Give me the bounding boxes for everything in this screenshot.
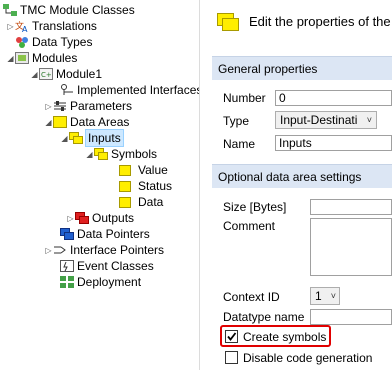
tree-item-value[interactable]: Value [119,162,168,178]
size-label: Size [Bytes] [223,200,287,214]
number-field[interactable]: 0 [275,90,392,106]
tree-item-data-types[interactable]: Data Types [15,34,92,50]
outputs-icon [75,212,89,224]
svg-text:A: A [22,25,28,32]
chevron-down-icon[interactable]: ◢ [6,54,15,63]
data-areas-icon [53,116,67,128]
tree-item-module1[interactable]: ◢ C+ Module1 [30,66,102,82]
datatype-name-field[interactable] [310,309,392,325]
tree-item-deployment[interactable]: Deployment [60,274,141,290]
create-symbols-label[interactable]: Create symbols [243,330,326,344]
tree-item-data-pointers[interactable]: Data Pointers [60,226,150,242]
inputs-icon [69,132,83,144]
tree-item-outputs[interactable]: ▷ Outputs [66,210,134,226]
disable-code-generation-label[interactable]: Disable code generation [243,351,372,365]
number-label: Number [223,91,266,105]
type-select[interactable]: Input-Destinati ˅ [275,111,377,129]
tree-item-inputs[interactable]: ◢ Inputs [60,129,124,147]
interface-pointers-icon [53,244,67,256]
name-field[interactable]: Inputs [275,135,392,151]
chevron-down-icon[interactable]: ◢ [30,70,39,79]
tree-item-data-areas[interactable]: ◢ Data Areas [44,114,129,130]
size-field[interactable] [310,199,392,215]
chevron-down-icon[interactable]: ◢ [85,150,94,159]
tree-item-tmc-module-classes[interactable]: TMC Module Classes [3,2,135,18]
panel-title: Edit the properties of the [249,14,391,29]
tree-item-event-classes[interactable]: Event Classes [60,258,154,274]
chevron-down-icon[interactable]: ◢ [44,118,53,127]
tree-item-interface-pointers[interactable]: ▷ Interface Pointers [44,242,164,258]
chevron-right-icon[interactable]: ▷ [66,214,75,223]
datatype-name-label: Datatype name [223,310,305,324]
optional-settings-header: Optional data area settings [212,164,392,188]
modules-icon [15,52,29,64]
chevron-right-icon[interactable]: ▷ [6,22,15,31]
chevron-down-icon: ˅ [366,115,372,125]
comment-label: Comment [223,219,276,233]
comment-field[interactable] [310,218,392,276]
context-id-select[interactable]: 1 ˅ [310,287,340,305]
interfaces-icon [60,84,74,96]
create-symbols-checkbox[interactable] [225,330,238,343]
name-label: Name [223,137,256,151]
context-id-value: 1 [315,289,322,303]
data-types-icon [15,36,29,48]
chevron-right-icon[interactable]: ▷ [44,246,53,255]
tree-item-data[interactable]: Data [119,194,163,210]
deployment-icon [60,276,74,288]
tree-item-symbols[interactable]: ◢ Symbols [85,146,157,162]
module-icon: C+ [39,68,53,80]
tree-item-modules[interactable]: ◢ Modules [6,50,77,66]
parameters-icon [53,100,67,112]
tree-view[interactable]: TMC Module Classes ▷ 文A Translations Dat… [0,0,202,370]
chevron-down-icon: ˅ [330,291,336,301]
checkmark-icon [227,332,237,341]
tree-item-translations[interactable]: ▷ 文A Translations [6,18,97,34]
event-classes-icon [60,260,74,272]
type-label: Type [223,114,250,128]
svg-text:C+: C+ [41,71,52,79]
translations-icon: 文A [15,20,29,34]
disable-code-generation-checkbox[interactable] [225,351,238,364]
tree-item-implemented-interfaces[interactable]: Implemented Interfaces [60,82,202,98]
symbol-icon [119,196,131,208]
context-id-label: Context ID [223,290,280,304]
data-pointers-icon [60,228,74,240]
symbols-icon [94,148,108,160]
symbol-icon [119,180,131,192]
tree-item-parameters[interactable]: ▷ Parameters [44,98,132,114]
general-properties-header: General properties [212,56,392,80]
tmc-class-icon [3,4,17,16]
tree-item-status[interactable]: Status [119,178,172,194]
chevron-right-icon[interactable]: ▷ [44,102,53,111]
properties-panel: Edit the properties of the General prope… [200,0,392,370]
data-area-icon [217,13,239,31]
symbol-icon [119,164,131,176]
type-select-value: Input-Destinati [280,113,358,127]
chevron-down-icon[interactable]: ◢ [60,134,69,143]
